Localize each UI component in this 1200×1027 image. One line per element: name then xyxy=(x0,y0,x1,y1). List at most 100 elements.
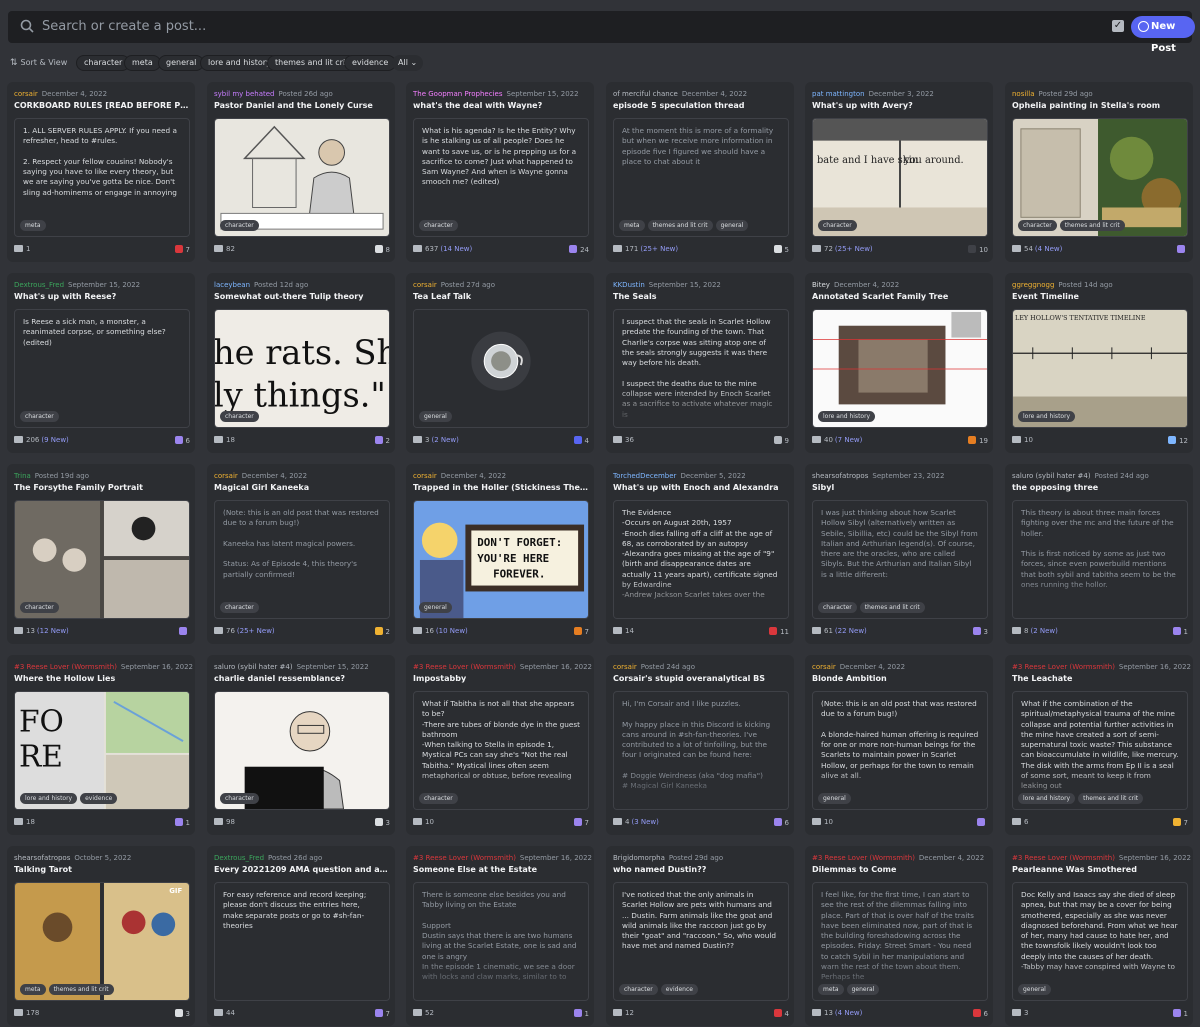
reaction[interactable]: 7 xyxy=(374,1009,390,1018)
post-tag[interactable]: themes and lit crit xyxy=(1078,793,1144,804)
author-name[interactable]: corsair xyxy=(214,472,238,480)
author-name[interactable]: TorchedDecember xyxy=(613,472,676,480)
filter-tag-meta[interactable]: meta xyxy=(124,55,161,71)
reaction[interactable]: 7 xyxy=(573,818,589,827)
filter-tag-themes-and-lit-crit[interactable]: themes and lit crit xyxy=(267,55,357,71)
post-card-tea-leaf-talk[interactable]: corsair Posted 27d ago Tea Leaf Talk gene… xyxy=(406,273,594,453)
reaction[interactable]: 11 xyxy=(769,627,789,636)
reaction[interactable] xyxy=(1177,245,1188,254)
post-tag[interactable]: themes and lit crit xyxy=(859,602,925,613)
post-card-blonde-ambition[interactable]: corsair December 4, 2022 Blonde Ambition … xyxy=(805,655,993,835)
post-card-the-leachate[interactable]: #3 Reese Lover (Wormsmith) September 16, … xyxy=(1005,655,1193,835)
author-name[interactable]: #3 Reese Lover (Wormsmith) xyxy=(413,854,516,862)
reaction[interactable]: 10 xyxy=(968,245,988,254)
post-card-the-seals[interactable]: KKDustin September 15, 2022 The Seals I s… xyxy=(606,273,794,453)
post-tag[interactable]: character xyxy=(220,793,259,804)
post-tag[interactable]: themes and lit crit xyxy=(48,984,114,995)
reaction[interactable]: 7 xyxy=(1172,818,1188,827)
post-tag[interactable]: evidence xyxy=(80,793,118,804)
post-tag[interactable]: meta xyxy=(20,984,46,995)
all-dropdown[interactable]: All ⌄ xyxy=(392,55,424,71)
post-tag[interactable]: general xyxy=(715,220,749,231)
post-card-event-timeline[interactable]: ggreggnogg Posted 14d ago Event Timeline … xyxy=(1005,273,1193,453)
post-card-corkboard-rules-read-before-po[interactable]: corsair December 4, 2022 CORKBOARD RULES … xyxy=(7,82,195,262)
post-tag[interactable]: themes and lit crit xyxy=(647,220,713,231)
post-tag[interactable]: character xyxy=(220,411,259,422)
author-name[interactable]: #3 Reese Lover (Wormsmith) xyxy=(1012,663,1115,671)
reaction[interactable]: 19 xyxy=(968,436,988,445)
author-name[interactable]: corsair xyxy=(812,663,836,671)
author-name[interactable]: KKDustin xyxy=(613,281,645,289)
reaction[interactable]: 9 xyxy=(773,436,789,445)
post-tag[interactable]: meta xyxy=(818,984,844,995)
author-name[interactable]: of merciful chance xyxy=(613,90,678,98)
post-card-dilemmas-to-come[interactable]: #3 Reese Lover (Wormsmith) December 4, 20… xyxy=(805,846,993,1026)
post-tag[interactable]: character xyxy=(619,984,658,995)
post-card-impostabby[interactable]: #3 Reese Lover (Wormsmith) September 16, … xyxy=(406,655,594,835)
author-name[interactable]: sybil my behated xyxy=(214,90,275,98)
post-card-trapped-in-the-holler-stickine[interactable]: corsair December 4, 2022 Trapped in the H… xyxy=(406,464,594,644)
post-tag[interactable]: lore and history xyxy=(1018,411,1076,422)
post-card-what-s-up-with-avery[interactable]: pat mattington December 3, 2022 What's up… xyxy=(805,82,993,262)
reaction[interactable]: 4 xyxy=(573,436,589,445)
post-tag[interactable]: lore and history xyxy=(1018,793,1076,804)
author-name[interactable]: shearsofatropos xyxy=(812,472,868,480)
author-name[interactable]: corsair xyxy=(413,472,437,480)
post-card-somewhat-out-there-tulip-theor[interactable]: laceybean Posted 12d ago Somewhat out-the… xyxy=(207,273,395,453)
post-tag[interactable]: general xyxy=(419,411,452,422)
post-tag[interactable]: general xyxy=(419,602,452,613)
post-card-every-20221209-ama-question-an[interactable]: Dextrous_Fred Posted 26d ago Every 202212… xyxy=(207,846,395,1026)
filter-checkbox-icon[interactable]: ✓ xyxy=(1112,20,1124,32)
post-tag[interactable]: character xyxy=(419,793,458,804)
post-card-pearleanne-was-smothered[interactable]: #3 Reese Lover (Wormsmith) September 16, … xyxy=(1005,846,1193,1026)
author-name[interactable]: Trina xyxy=(14,472,31,480)
reaction[interactable] xyxy=(977,818,988,827)
post-card-talking-tarot[interactable]: shearsofatropos October 5, 2022 Talking T… xyxy=(7,846,195,1026)
reaction[interactable]: 1 xyxy=(573,1009,589,1018)
post-card-what-s-up-with-enoch-and-alexa[interactable]: TorchedDecember December 5, 2022 What's u… xyxy=(606,464,794,644)
post-card-episode-5-speculation-thread[interactable]: of merciful chance December 4, 2022 episo… xyxy=(606,82,794,262)
post-tag[interactable]: general xyxy=(818,793,851,804)
author-name[interactable]: corsair xyxy=(14,90,38,98)
author-name[interactable]: The Goopman Prophecies xyxy=(413,90,503,98)
reaction[interactable]: 3 xyxy=(174,1009,190,1018)
author-name[interactable]: corsair xyxy=(613,663,637,671)
author-name[interactable]: #3 Reese Lover (Wormsmith) xyxy=(812,854,915,862)
post-tag[interactable]: character xyxy=(220,602,259,613)
post-card-what-s-the-deal-with-wayne[interactable]: The Goopman Prophecies September 15, 2022… xyxy=(406,82,594,262)
author-name[interactable]: Brigidomorpha xyxy=(613,854,665,862)
post-tag[interactable]: evidence xyxy=(660,984,698,995)
post-card-someone-else-at-the-estate[interactable]: #3 Reese Lover (Wormsmith) September 16, … xyxy=(406,846,594,1026)
filter-tag-character[interactable]: character xyxy=(76,55,131,71)
post-card-charlie-daniel-ressemblance[interactable]: saluro (sybil hater #4) September 15, 202… xyxy=(207,655,395,835)
author-name[interactable]: saluro (sybil hater #4) xyxy=(214,663,293,671)
reaction[interactable]: 6 xyxy=(174,436,190,445)
reaction[interactable]: 1 xyxy=(1172,1009,1188,1018)
reaction[interactable]: 12 xyxy=(1168,436,1188,445)
post-card-corsair-s-stupid-overanalytica[interactable]: corsair Posted 24d ago Corsair's stupid o… xyxy=(606,655,794,835)
reaction[interactable]: 2 xyxy=(374,627,390,636)
reaction[interactable]: 3 xyxy=(972,627,988,636)
author-name[interactable]: pat mattington xyxy=(812,90,865,98)
author-name[interactable]: #3 Reese Lover (Wormsmith) xyxy=(1012,854,1115,862)
post-tag[interactable]: meta xyxy=(619,220,645,231)
post-card-ophelia-painting-in-stella-s-r[interactable]: nosilla Posted 29d ago Ophelia painting i… xyxy=(1005,82,1193,262)
reaction[interactable] xyxy=(179,627,190,636)
post-card-magical-girl-kaneeka[interactable]: corsair December 4, 2022 Magical Girl Kan… xyxy=(207,464,395,644)
reaction[interactable]: 7 xyxy=(174,245,190,254)
author-name[interactable]: Dextrous_Fred xyxy=(214,854,264,862)
post-card-sibyl[interactable]: shearsofatropos September 23, 2022 Sibyl … xyxy=(805,464,993,644)
post-tag[interactable]: meta xyxy=(20,220,46,231)
post-tag[interactable]: character xyxy=(419,220,458,231)
reaction[interactable]: 7 xyxy=(573,627,589,636)
post-tag[interactable]: general xyxy=(1018,984,1051,995)
reaction[interactable]: 24 xyxy=(569,245,589,254)
reaction[interactable]: 5 xyxy=(773,245,789,254)
post-tag[interactable]: character xyxy=(818,602,857,613)
post-tag[interactable]: themes and lit crit xyxy=(1059,220,1125,231)
post-card-pastor-daniel-and-the-lonely-c[interactable]: sybil my behated Posted 26d ago Pastor Da… xyxy=(207,82,395,262)
reaction[interactable]: 1 xyxy=(174,818,190,827)
post-tag[interactable]: character xyxy=(1018,220,1057,231)
new-post-button[interactable]: New Post xyxy=(1131,16,1195,54)
post-tag[interactable]: lore and history xyxy=(818,411,876,422)
